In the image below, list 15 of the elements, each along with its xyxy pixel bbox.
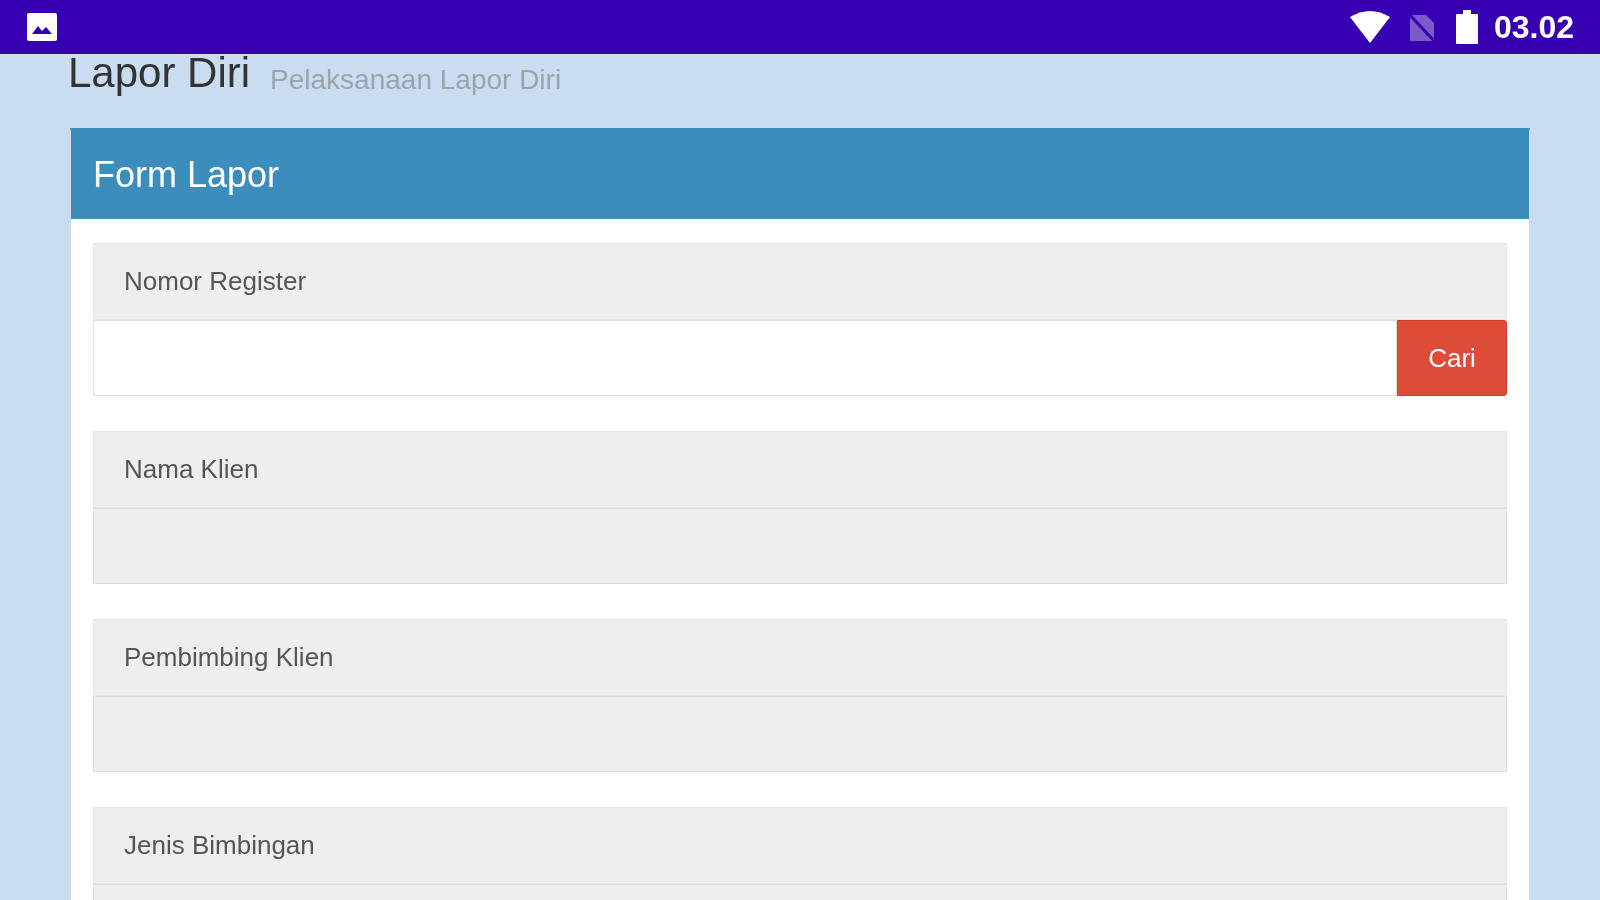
page-subtitle: Pelaksanaan Lapor Diri xyxy=(270,66,562,94)
field-label: Pembimbing Klien xyxy=(93,619,1507,696)
field-label: Nama Klien xyxy=(93,431,1507,508)
field-label: Jenis Bimbingan xyxy=(93,807,1507,884)
card-title: Form Lapor xyxy=(71,131,1529,219)
battery-icon xyxy=(1455,10,1478,44)
page-title: Lapor Diri xyxy=(68,52,251,94)
image-icon xyxy=(26,12,58,42)
field-label: Nomor Register xyxy=(93,243,1507,320)
clock-time: 03.02 xyxy=(1493,8,1574,47)
input-field[interactable] xyxy=(93,696,1507,772)
input-field[interactable] xyxy=(93,320,1397,396)
search-button[interactable]: Cari xyxy=(1397,320,1507,396)
wifi-icon xyxy=(1349,11,1390,43)
input-field[interactable] xyxy=(93,508,1507,584)
